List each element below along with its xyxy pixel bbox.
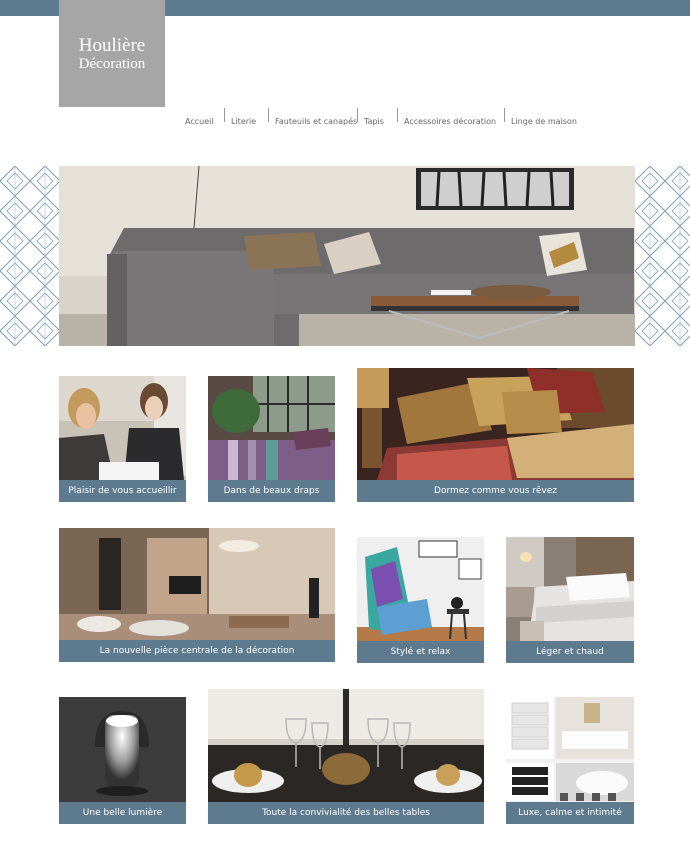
logo-line2: Décoration	[78, 55, 146, 72]
nav-item-tapis[interactable]: Tapis	[364, 108, 384, 128]
site-logo[interactable]: Houlière Décoration	[59, 0, 165, 107]
nav-separator	[504, 108, 505, 122]
tile-luxe-calme[interactable]: Luxe, calme et intimité	[506, 697, 634, 824]
tile-caption: Stylé et relax	[357, 641, 484, 663]
tile-leger-chaud[interactable]: Léger et chaud	[506, 537, 634, 663]
tile-caption: Dormez comme vous rêvez	[357, 480, 634, 502]
nav-item-linge[interactable]: Linge de maison	[511, 108, 577, 128]
tile-draps[interactable]: Dans de beaux draps	[208, 376, 335, 502]
nav-separator	[397, 108, 398, 122]
nav-separator	[357, 108, 358, 122]
tile-accueil[interactable]: Plaisir de vous accueillir	[59, 376, 186, 502]
geometric-pattern-right	[635, 166, 690, 346]
tile-style-relax[interactable]: Stylé et relax	[357, 537, 484, 663]
tile-caption: Dans de beaux draps	[208, 480, 335, 502]
tile-belles-tables[interactable]: Toute la convivialité des belles tables	[208, 689, 484, 824]
geometric-pattern-left	[0, 166, 59, 346]
tile-piece-centrale[interactable]: La nouvelle pièce centrale de la décorat…	[59, 528, 335, 662]
nav-item-accueil[interactable]: Accueil	[185, 108, 214, 128]
nav-item-literie[interactable]: Literie	[231, 108, 256, 128]
hero-sofa-image	[59, 166, 635, 346]
nav-separator	[268, 108, 269, 122]
tile-caption: Plaisir de vous accueillir	[59, 480, 186, 502]
tile-dormez[interactable]: Dormez comme vous rêvez	[357, 368, 634, 502]
nav-separator	[224, 108, 225, 122]
tile-caption: Toute la convivialité des belles tables	[208, 802, 484, 824]
hero-banner	[0, 166, 690, 346]
nav-item-fauteuils[interactable]: Fauteuils et canapés	[275, 108, 357, 128]
nav-item-accessoires[interactable]: Accessoires décoration	[404, 108, 496, 128]
tile-caption: Luxe, calme et intimité	[506, 802, 634, 824]
tile-caption: Une belle lumière	[59, 802, 186, 824]
tile-belle-lumiere[interactable]: Une belle lumière	[59, 697, 186, 824]
tile-caption: La nouvelle pièce centrale de la décorat…	[59, 640, 335, 662]
tile-caption: Léger et chaud	[506, 641, 634, 663]
logo-line1: Houlière	[78, 34, 146, 56]
